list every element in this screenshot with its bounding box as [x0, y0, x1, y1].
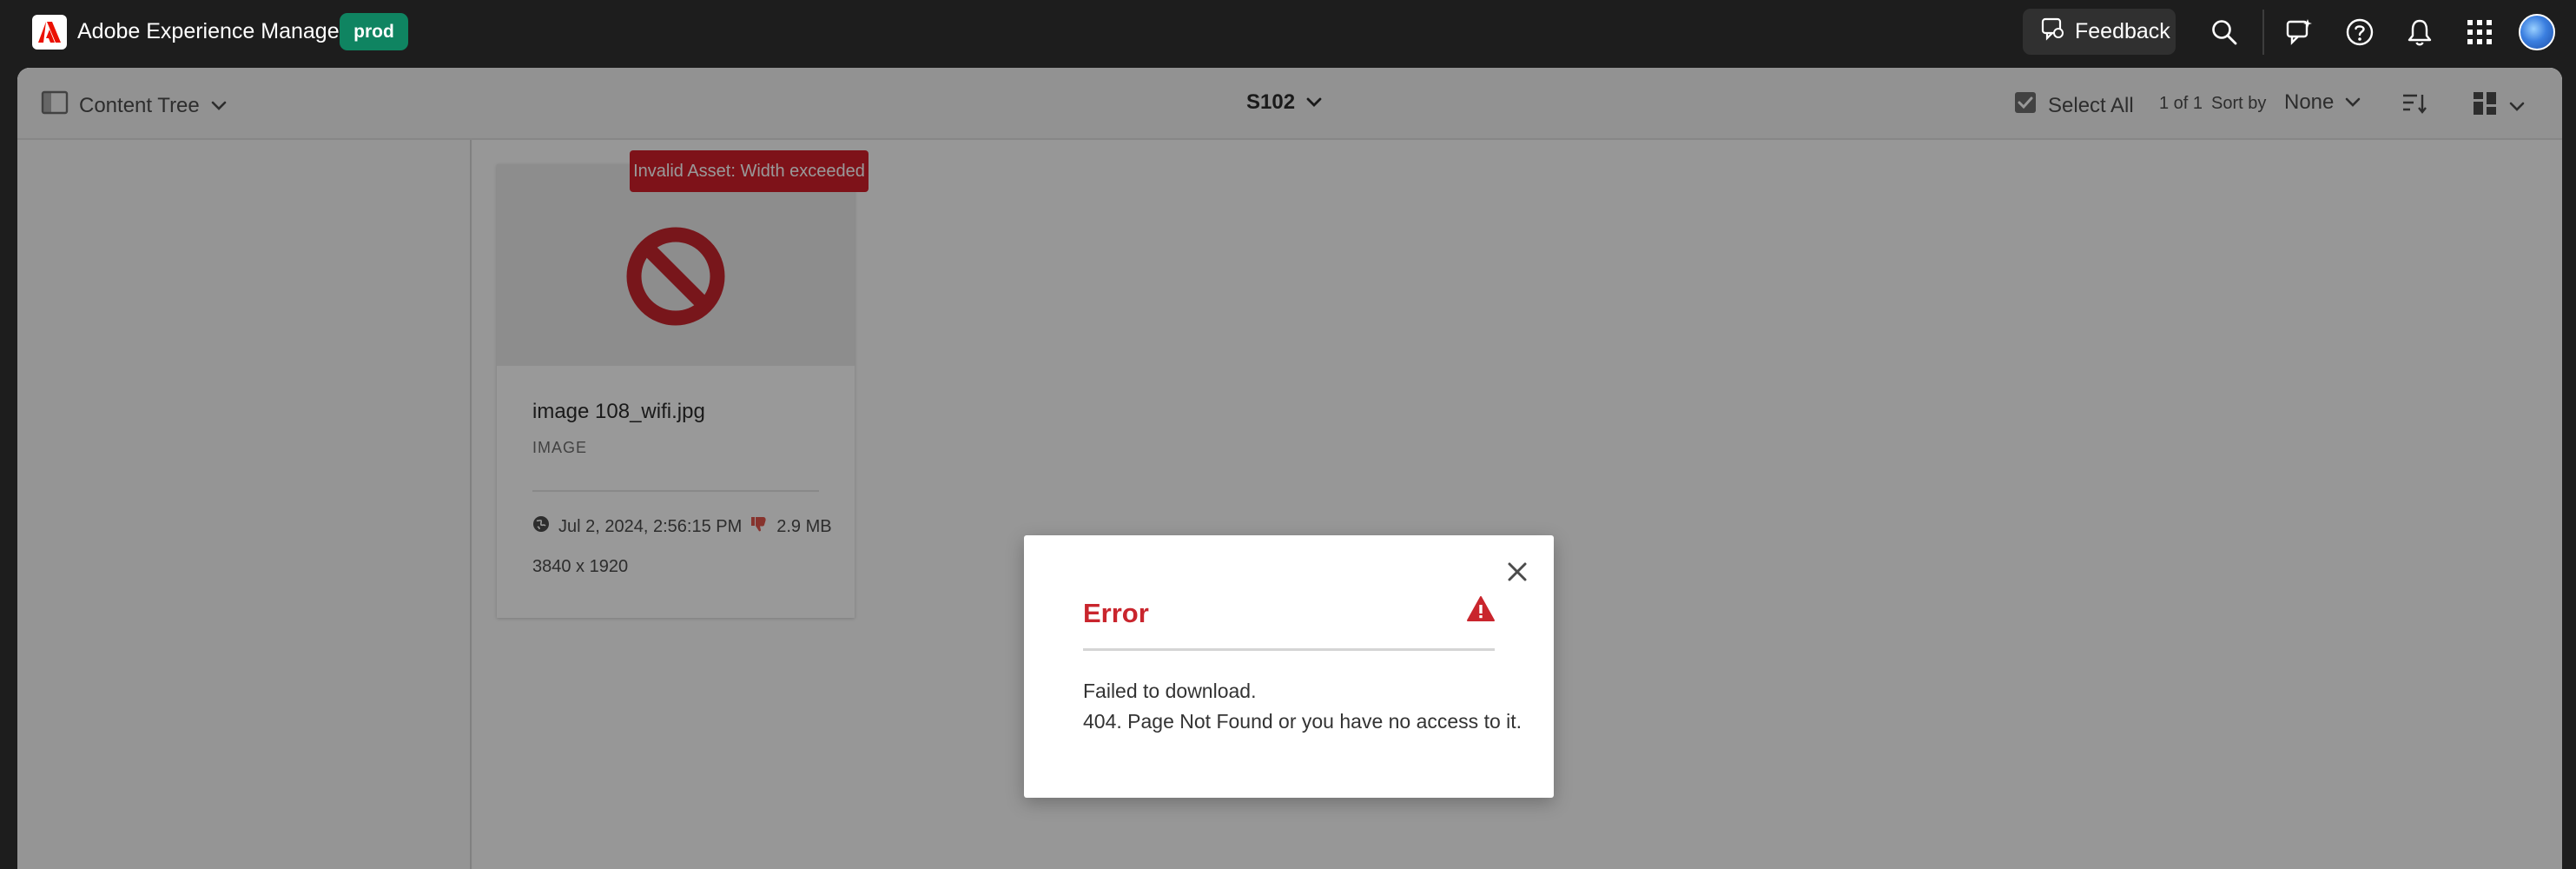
- dialog-divider: [1083, 648, 1495, 651]
- toolbar-divider: [2262, 10, 2264, 55]
- dialog-title: Error: [1083, 598, 1149, 628]
- bell-icon[interactable]: [2402, 15, 2437, 50]
- error-dialog: Error Failed to download. 404. Page Not …: [1024, 535, 1554, 798]
- dialog-message-line-1: Failed to download.: [1083, 680, 1257, 702]
- search-icon[interactable]: [2207, 15, 2242, 50]
- feedback-label: Feedback: [2075, 19, 2170, 43]
- user-avatar[interactable]: [2519, 14, 2555, 50]
- help-icon[interactable]: [2342, 15, 2377, 50]
- environment-badge: prod: [340, 13, 408, 50]
- feedback-icon: [2040, 16, 2066, 48]
- whats-new-icon[interactable]: [2282, 15, 2317, 50]
- close-icon[interactable]: [1502, 556, 1533, 587]
- adobe-logo-icon[interactable]: [32, 15, 67, 50]
- dialog-message-line-2: 404. Page Not Found or you have no acces…: [1083, 710, 1522, 733]
- warning-icon: [1466, 595, 1496, 627]
- shell-header: Adobe Experience Manager prod Feedback: [0, 0, 2576, 70]
- app-switcher-icon[interactable]: [2462, 15, 2497, 50]
- feedback-button[interactable]: Feedback: [2023, 9, 2176, 55]
- app-title[interactable]: Adobe Experience Manager: [77, 17, 347, 45]
